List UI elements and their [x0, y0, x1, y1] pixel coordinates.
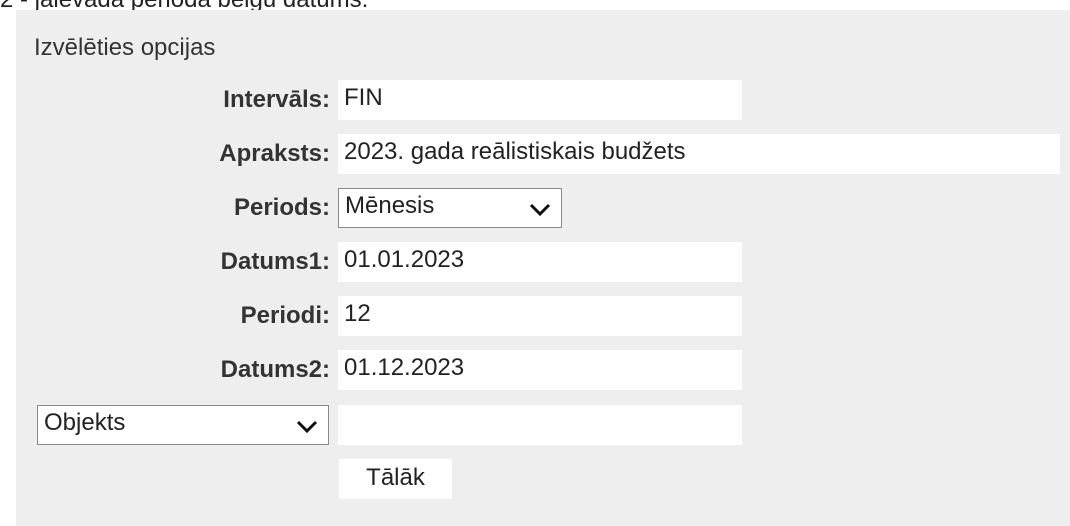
- chevron-down-icon: [296, 420, 318, 434]
- next-button[interactable]: Tālāk: [339, 459, 452, 499]
- periodi-label: Periodi:: [240, 302, 330, 329]
- periodi-field[interactable]: 12: [338, 296, 742, 336]
- periods-select[interactable]: Mēnesis: [338, 188, 562, 228]
- apraksts-field[interactable]: 2023. gada reālistiskais budžets: [338, 134, 1060, 174]
- filter-value-field[interactable]: [338, 405, 742, 445]
- apraksts-label: Apraksts:: [219, 140, 330, 167]
- intervals-field[interactable]: FIN: [338, 80, 742, 120]
- filter-type-select-value: Objekts: [44, 409, 126, 436]
- datums1-field[interactable]: 01.01.2023: [338, 242, 742, 282]
- periods-label: Periods:: [233, 194, 330, 221]
- panel-title: Izvēlēties opcijas: [34, 34, 216, 61]
- datums1-label: Datums1:: [220, 248, 330, 275]
- filter-type-select[interactable]: Objekts: [37, 405, 329, 445]
- chevron-down-icon: [529, 203, 551, 217]
- intervals-label: Intervāls:: [223, 86, 330, 113]
- periods-select-value: Mēnesis: [345, 192, 435, 219]
- datums2-field[interactable]: 01.12.2023: [338, 350, 742, 390]
- datums2-label: Datums2:: [220, 356, 330, 383]
- options-panel: Izvēlēties opcijas Intervāls: FIN Apraks…: [16, 10, 1070, 526]
